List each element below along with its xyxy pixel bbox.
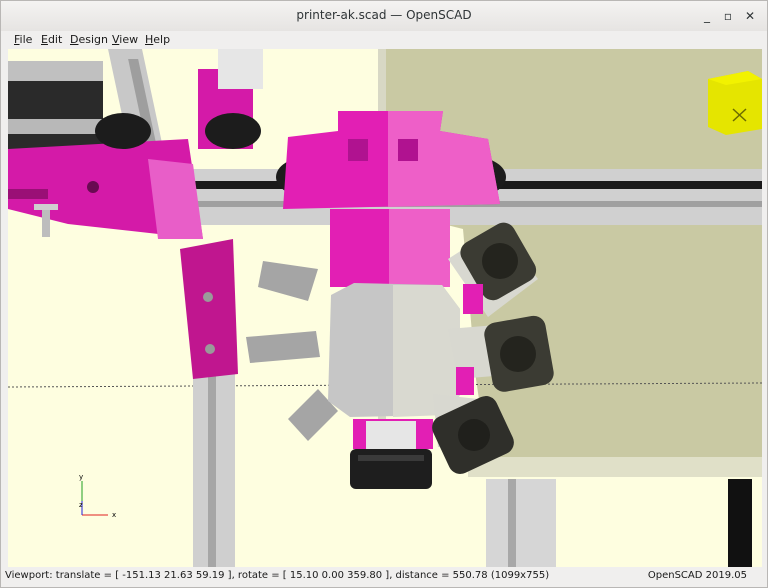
3d-viewport[interactable]: x y z <box>8 49 762 567</box>
axis-x-label: x <box>112 511 116 519</box>
viewport-status: Viewport: translate = [ -151.13 21.63 59… <box>5 570 550 581</box>
view-cube-icon[interactable] <box>708 71 762 135</box>
status-bar: Viewport: translate = [ -151.13 21.63 59… <box>1 567 767 587</box>
menu-help-label: elp <box>153 33 171 46</box>
minimize-icon[interactable]: _ <box>698 7 716 25</box>
version-label: OpenSCAD 2019.05 <box>647 570 747 581</box>
axis-z-label: z <box>79 501 83 509</box>
window-title: printer-ak.scad — OpenSCAD <box>296 8 472 22</box>
menu-edit-mnemonic: E <box>41 33 48 46</box>
viewport-scene: x y z <box>8 49 762 567</box>
menu-bar: File Edit Design View Help <box>1 31 767 49</box>
menu-view[interactable]: View <box>112 33 138 46</box>
openscad-window: printer-ak.scad — OpenSCAD _ ▫ ✕ File Ed… <box>0 0 768 588</box>
menu-view-label: iew <box>119 33 139 46</box>
menu-design[interactable]: Design <box>70 33 108 46</box>
menu-design-label: esign <box>78 33 108 46</box>
menu-file[interactable]: File <box>14 33 32 46</box>
close-icon[interactable]: ✕ <box>741 7 759 25</box>
menu-help[interactable]: Help <box>145 33 170 46</box>
axis-y-label: y <box>79 473 83 481</box>
menu-edit-label: dit <box>47 33 63 46</box>
bearing <box>95 113 151 149</box>
title-bar[interactable]: printer-ak.scad — OpenSCAD _ ▫ ✕ <box>1 1 767 32</box>
menu-edit[interactable]: Edit <box>41 33 62 46</box>
menu-file-label: ile <box>19 33 33 46</box>
maximize-icon[interactable]: ▫ <box>719 7 737 25</box>
